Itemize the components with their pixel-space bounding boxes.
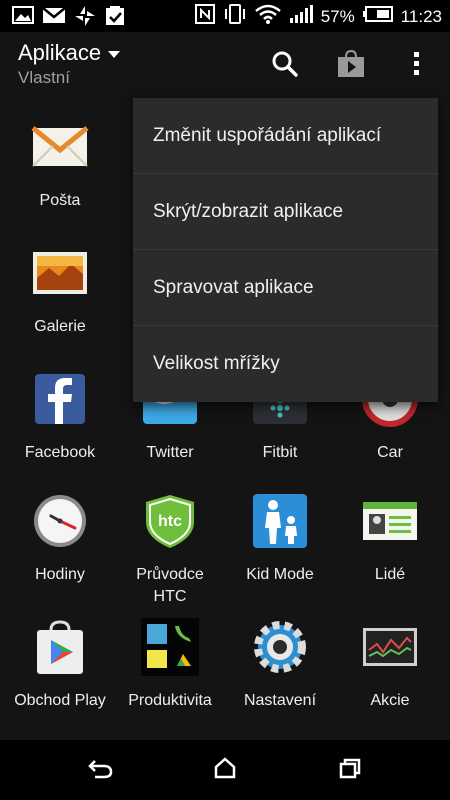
battery-icon <box>362 6 393 27</box>
clock-icon <box>31 492 89 550</box>
gallery-icon <box>31 244 89 302</box>
page-subtitle: Vlastní <box>18 68 70 87</box>
app-drawer-title-dropdown[interactable]: Aplikace Vlastní <box>18 40 121 88</box>
menu-item-hide-show-apps[interactable]: Skrýt/zobrazit aplikace <box>133 174 438 250</box>
app-label: Akcie <box>370 692 410 709</box>
app-label: Pošta <box>39 192 81 209</box>
app-label: Nastavení <box>243 692 317 709</box>
home-icon <box>213 756 237 784</box>
app-posta[interactable]: Pošta <box>4 118 116 212</box>
htc-guide-icon: htc <box>141 492 199 550</box>
task-check-icon <box>104 5 126 32</box>
navigation-bar <box>0 740 450 800</box>
gmail-icon <box>42 5 66 32</box>
store-icon <box>336 49 366 84</box>
app-facebook[interactable]: Facebook <box>4 370 116 464</box>
system-icons: 57% 11:23 <box>194 4 442 29</box>
search-button[interactable] <box>265 46 305 86</box>
recent-apps-button[interactable] <box>330 754 370 786</box>
app-label: Twitter <box>146 444 194 461</box>
people-icon <box>361 492 419 550</box>
app-label: Obchod Play <box>14 692 106 709</box>
htc-badge-text: htc <box>158 513 182 530</box>
recent-apps-icon <box>338 757 362 784</box>
signal-icon <box>289 5 313 28</box>
play-store-icon <box>31 618 89 676</box>
notification-icons <box>12 5 126 32</box>
app-label: Hodiny <box>35 566 85 583</box>
kid-mode-icon <box>251 492 309 550</box>
app-label: Produktivita <box>128 692 212 709</box>
app-label: Kid Mode <box>246 566 314 583</box>
wifi-icon <box>254 4 281 29</box>
app-bar: Aplikace Vlastní <box>0 32 450 98</box>
mail-icon <box>31 118 89 176</box>
gallery-icon <box>12 5 34 32</box>
app-kid-mode[interactable]: Kid Mode <box>224 492 336 586</box>
back-icon <box>87 757 113 784</box>
app-label: Car <box>377 444 403 461</box>
caret-down-icon <box>107 40 121 66</box>
app-label: Facebook <box>24 444 96 461</box>
menu-item-rearrange-apps[interactable]: Změnit uspořádání aplikací <box>133 98 438 174</box>
app-label: Fitbit <box>262 444 298 461</box>
page-title: Aplikace <box>18 40 102 65</box>
back-button[interactable] <box>80 754 120 786</box>
app-galerie[interactable]: Galerie <box>4 244 116 338</box>
settings-gear-icon <box>251 618 309 676</box>
facebook-icon <box>31 370 89 428</box>
status-bar: 57% 11:23 <box>0 0 450 32</box>
app-label: Galerie <box>34 318 86 335</box>
app-lide[interactable]: Lidé <box>334 492 446 586</box>
productivity-folder-icon <box>141 618 199 676</box>
app-produktivita-folder[interactable]: Produktivita <box>114 618 226 712</box>
nfc-icon <box>194 4 215 29</box>
overflow-menu: Změnit uspořádání aplikací Skrýt/zobrazi… <box>133 98 438 402</box>
home-button[interactable] <box>205 754 245 786</box>
clock-time: 11:23 <box>400 6 442 26</box>
app-hodiny[interactable]: Hodiny <box>4 492 116 586</box>
app-label: Průvodce HTC <box>136 566 204 605</box>
overflow-menu-button[interactable] <box>397 46 437 86</box>
battery-percent: 57% <box>320 6 355 26</box>
menu-item-grid-size[interactable]: Velikost mřížky <box>133 326 438 402</box>
stocks-icon <box>361 618 419 676</box>
app-label: Lidé <box>374 566 406 583</box>
app-nastaveni[interactable]: Nastavení <box>224 618 336 712</box>
app-obchod-play[interactable]: Obchod Play <box>4 618 116 712</box>
app-akcie[interactable]: Akcie <box>334 618 446 712</box>
store-button[interactable] <box>331 46 371 86</box>
search-icon <box>272 51 298 82</box>
overflow-menu-icon <box>413 51 421 82</box>
app-pruvodce-htc[interactable]: htc Průvodce HTC <box>114 492 226 608</box>
vibrate-icon <box>223 4 247 29</box>
network-transfer-icon <box>74 5 96 32</box>
menu-item-manage-apps[interactable]: Spravovat aplikace <box>133 250 438 326</box>
